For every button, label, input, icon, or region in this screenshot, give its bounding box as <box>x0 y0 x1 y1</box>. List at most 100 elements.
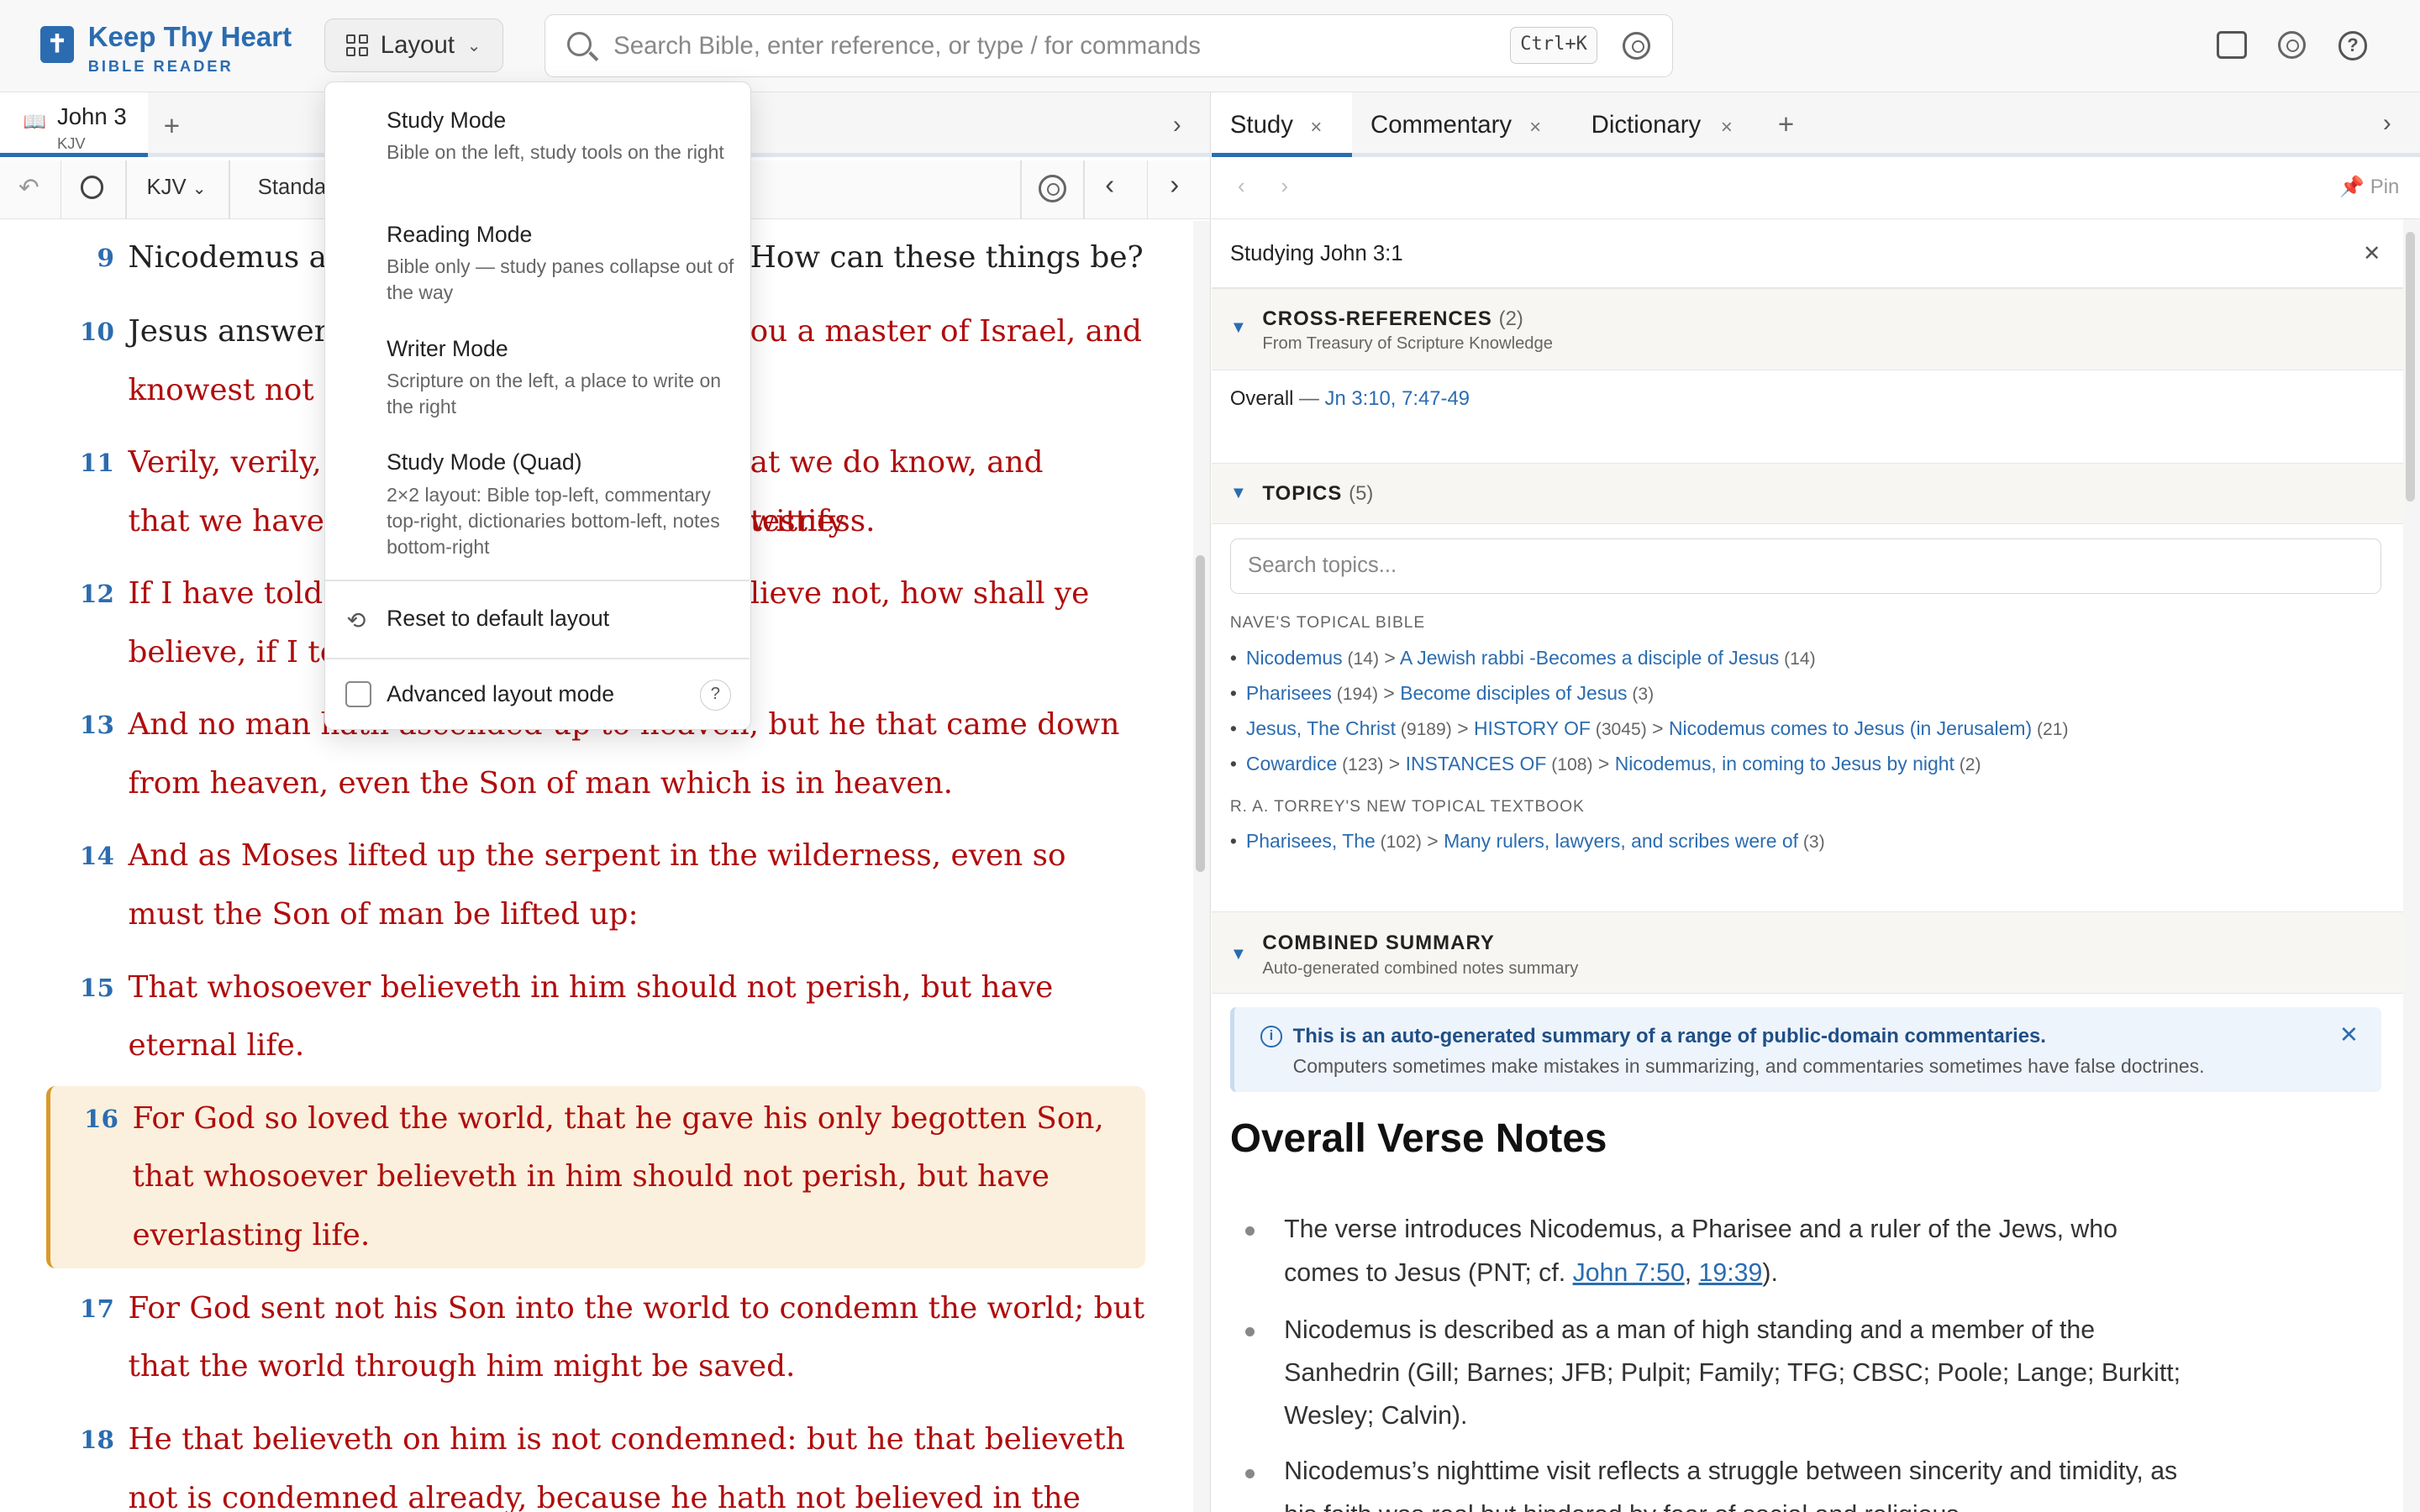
menu-item-study-mode[interactable]: Study Mode Bible on the left, study tools… <box>387 108 739 166</box>
menu-item-reading-mode[interactable]: Reading Mode Bible only — study panes col… <box>387 222 739 307</box>
add-tab-button[interactable]: + <box>164 111 180 143</box>
topic-count: (108) <box>1546 755 1593 775</box>
menu-item-desc: Scripture on the left, a place to write … <box>387 369 721 418</box>
tab-dictionary[interactable]: Dictionary <box>1591 111 1702 139</box>
topic-link[interactable]: Pharisees <box>1246 682 1332 704</box>
advanced-layout-label[interactable]: Advanced layout mode <box>387 681 614 707</box>
cross-reference-link[interactable]: Jn 3:10, 7:47-49 <box>1325 387 1470 410</box>
menu-item-desc: Bible on the left, study tools on the ri… <box>387 141 724 164</box>
grid-layout-icon <box>346 34 369 57</box>
cross-references-count: (2) <box>1498 307 1523 331</box>
next-chapter-icon[interactable]: › <box>1170 170 1179 202</box>
study-scrollbar-thumb[interactable] <box>2406 231 2416 501</box>
topic-link[interactable]: Nicodemus comes to Jesus (in Jerusalem) <box>1669 717 2032 739</box>
topic-link[interactable]: Jesus, The Christ <box>1246 717 1396 739</box>
app-subtitle: BIBLE READER <box>87 56 234 75</box>
naves-topical-bible-label: NAVE'S TOPICAL BIBLE <box>1229 614 1426 632</box>
verse-text-tail: witness. <box>750 503 876 538</box>
topic-link[interactable]: Cowardice <box>1246 753 1337 774</box>
close-icon[interactable]: ✕ <box>2339 1021 2359 1048</box>
bible-scrollbar-thumb[interactable] <box>1196 555 1206 872</box>
tab-commentary[interactable]: Commentary <box>1370 111 1512 139</box>
topic-link[interactable]: Nicodemus, in coming to Jesus by night <box>1615 753 1954 774</box>
menu-item-study-mode-quad[interactable]: Study Mode (Quad) 2×2 layout: Bible top-l… <box>387 449 739 560</box>
studying-heading: Studying John 3:1 <box>1229 242 1403 266</box>
note-text: ). <box>1762 1258 1778 1287</box>
combined-summary-header[interactable]: ▼ COMBINED SUMMARY Auto-generated combin… <box>1211 911 2403 994</box>
layout-button[interactable]: Layout ⌄ <box>324 18 503 73</box>
search-bar[interactable]: Search Bible, enter reference, or type /… <box>544 13 1673 77</box>
tab-study-label[interactable]: Study <box>1230 111 1293 139</box>
bullet: • <box>1229 717 1237 740</box>
search-input[interactable]: Search Bible, enter reference, or type /… <box>613 32 1201 60</box>
library-icon[interactable] <box>2216 30 2248 59</box>
verse-number: 9 <box>97 242 114 272</box>
auto-summary-notice: i This is an auto-generated summary of a… <box>1229 1007 2382 1093</box>
topic-link[interactable]: Nicodemus <box>1246 647 1343 669</box>
collapse-triangle-icon[interactable]: ▼ <box>1230 318 1247 338</box>
topic-separator: > <box>1378 681 1401 704</box>
display-style-select[interactable]: Standar <box>258 176 334 200</box>
verse-18[interactable]: 18 He that believeth on him is not condem… <box>46 1410 1145 1512</box>
verse-text: And as Moses lifted up the serpent in th… <box>128 838 1066 932</box>
scripture-link[interactable]: 19:39 <box>1699 1259 1763 1287</box>
layout-menu: Study Mode Bible on the left, study tools… <box>324 81 752 730</box>
verse-16-highlighted[interactable]: 16 For God so loved the world, that he ga… <box>46 1086 1145 1268</box>
collapse-triangle-icon[interactable]: ▼ <box>1230 484 1247 503</box>
bullet: • <box>1229 753 1237 775</box>
combined-summary-sub: Auto-generated combined notes summary <box>1262 958 1579 978</box>
topic-count: (3) <box>1798 832 1825 853</box>
previous-chapter-icon[interactable]: ‹ <box>1105 170 1114 202</box>
close-icon[interactable]: × <box>1310 116 1322 139</box>
list-item: The verse introduces Nicodemus, a Pharis… <box>1245 1208 2195 1294</box>
cross-references-header[interactable]: ▼ CROSS-REFERENCES (2) From Treasury of … <box>1211 288 2403 370</box>
torrey-topical-textbook-label: R. A. TORREY'S NEW TOPICAL TEXTBOOK <box>1229 797 1585 816</box>
topic-link[interactable]: A Jewish rabbi -Becomes a disciple of Je… <box>1400 647 1779 669</box>
menu-item-writer-mode[interactable]: Writer Mode Scripture on the left, a plac… <box>387 336 739 421</box>
forward-arrow-icon[interactable]: › <box>1281 175 1288 199</box>
topic-link[interactable]: HISTORY OF <box>1474 717 1591 739</box>
close-icon[interactable]: × <box>1721 116 1733 139</box>
topic-link[interactable]: Become disciples of Jesus <box>1400 682 1627 704</box>
menu-item-title: Reading Mode <box>387 221 533 247</box>
study-toolbar <box>1211 160 2420 219</box>
chevron-right-icon[interactable]: › <box>2383 109 2391 138</box>
display-settings-gear-icon[interactable] <box>1039 174 1067 202</box>
undo-icon[interactable]: ↶ <box>18 173 39 202</box>
collapse-triangle-icon[interactable]: ▼ <box>1230 945 1247 964</box>
verse-text-tail: How can these things be? <box>750 239 1144 275</box>
search-settings-gear-icon[interactable] <box>1623 31 1651 60</box>
back-arrow-icon[interactable]: ‹ <box>1238 175 1245 199</box>
topic-count: (2) <box>1954 755 1981 775</box>
topic-search-input[interactable]: Search topics... <box>1229 538 2382 595</box>
topic-link[interactable]: Many rulers, lawyers, and scribes were o… <box>1444 830 1798 852</box>
topics-count: (5) <box>1349 482 1374 506</box>
verse-14[interactable]: 14 And as Moses lifted up the serpent in … <box>46 827 1145 944</box>
verse-17[interactable]: 17 For God sent not his Son into the worl… <box>46 1279 1145 1397</box>
version-select[interactable]: KJV ⌄ <box>146 176 206 200</box>
topic-link[interactable]: Pharisees, The <box>1246 830 1376 852</box>
combined-summary-title: COMBINED SUMMARY <box>1262 931 1495 954</box>
verse-number: 13 <box>80 710 114 740</box>
toolbar-divider <box>60 160 62 219</box>
pin-label: Pin <box>2370 175 2400 198</box>
close-icon[interactable]: ✕ <box>2363 241 2381 266</box>
note-text: , <box>1684 1258 1699 1287</box>
scripture-link[interactable]: John 7:50 <box>1573 1259 1685 1287</box>
reset-layout-item[interactable]: Reset to default layout <box>387 606 609 632</box>
add-tab-button[interactable]: + <box>1778 109 1794 141</box>
help-icon[interactable]: ? <box>2338 30 2368 60</box>
topics-title: TOPICS <box>1262 482 1343 506</box>
topic-row: • Nicodemus (14) > A Jewish rabbi -Become… <box>1230 647 1816 669</box>
topic-link[interactable]: INSTANCES OF <box>1406 753 1547 774</box>
advanced-layout-checkbox[interactable] <box>345 680 371 708</box>
pin-button[interactable]: 📌 Pin <box>2339 175 2399 199</box>
verse-15[interactable]: 15 That whosoever believeth in him should… <box>46 958 1145 1076</box>
close-icon[interactable]: × <box>1529 116 1541 139</box>
chevron-right-icon[interactable]: › <box>1173 111 1181 139</box>
history-clock-icon[interactable] <box>80 176 104 199</box>
topics-header[interactable]: ▼ TOPICS (5) <box>1211 463 2403 525</box>
settings-gear-icon[interactable] <box>2277 30 2307 59</box>
verse-number: 15 <box>80 972 114 1002</box>
help-icon[interactable]: ? <box>700 680 731 711</box>
